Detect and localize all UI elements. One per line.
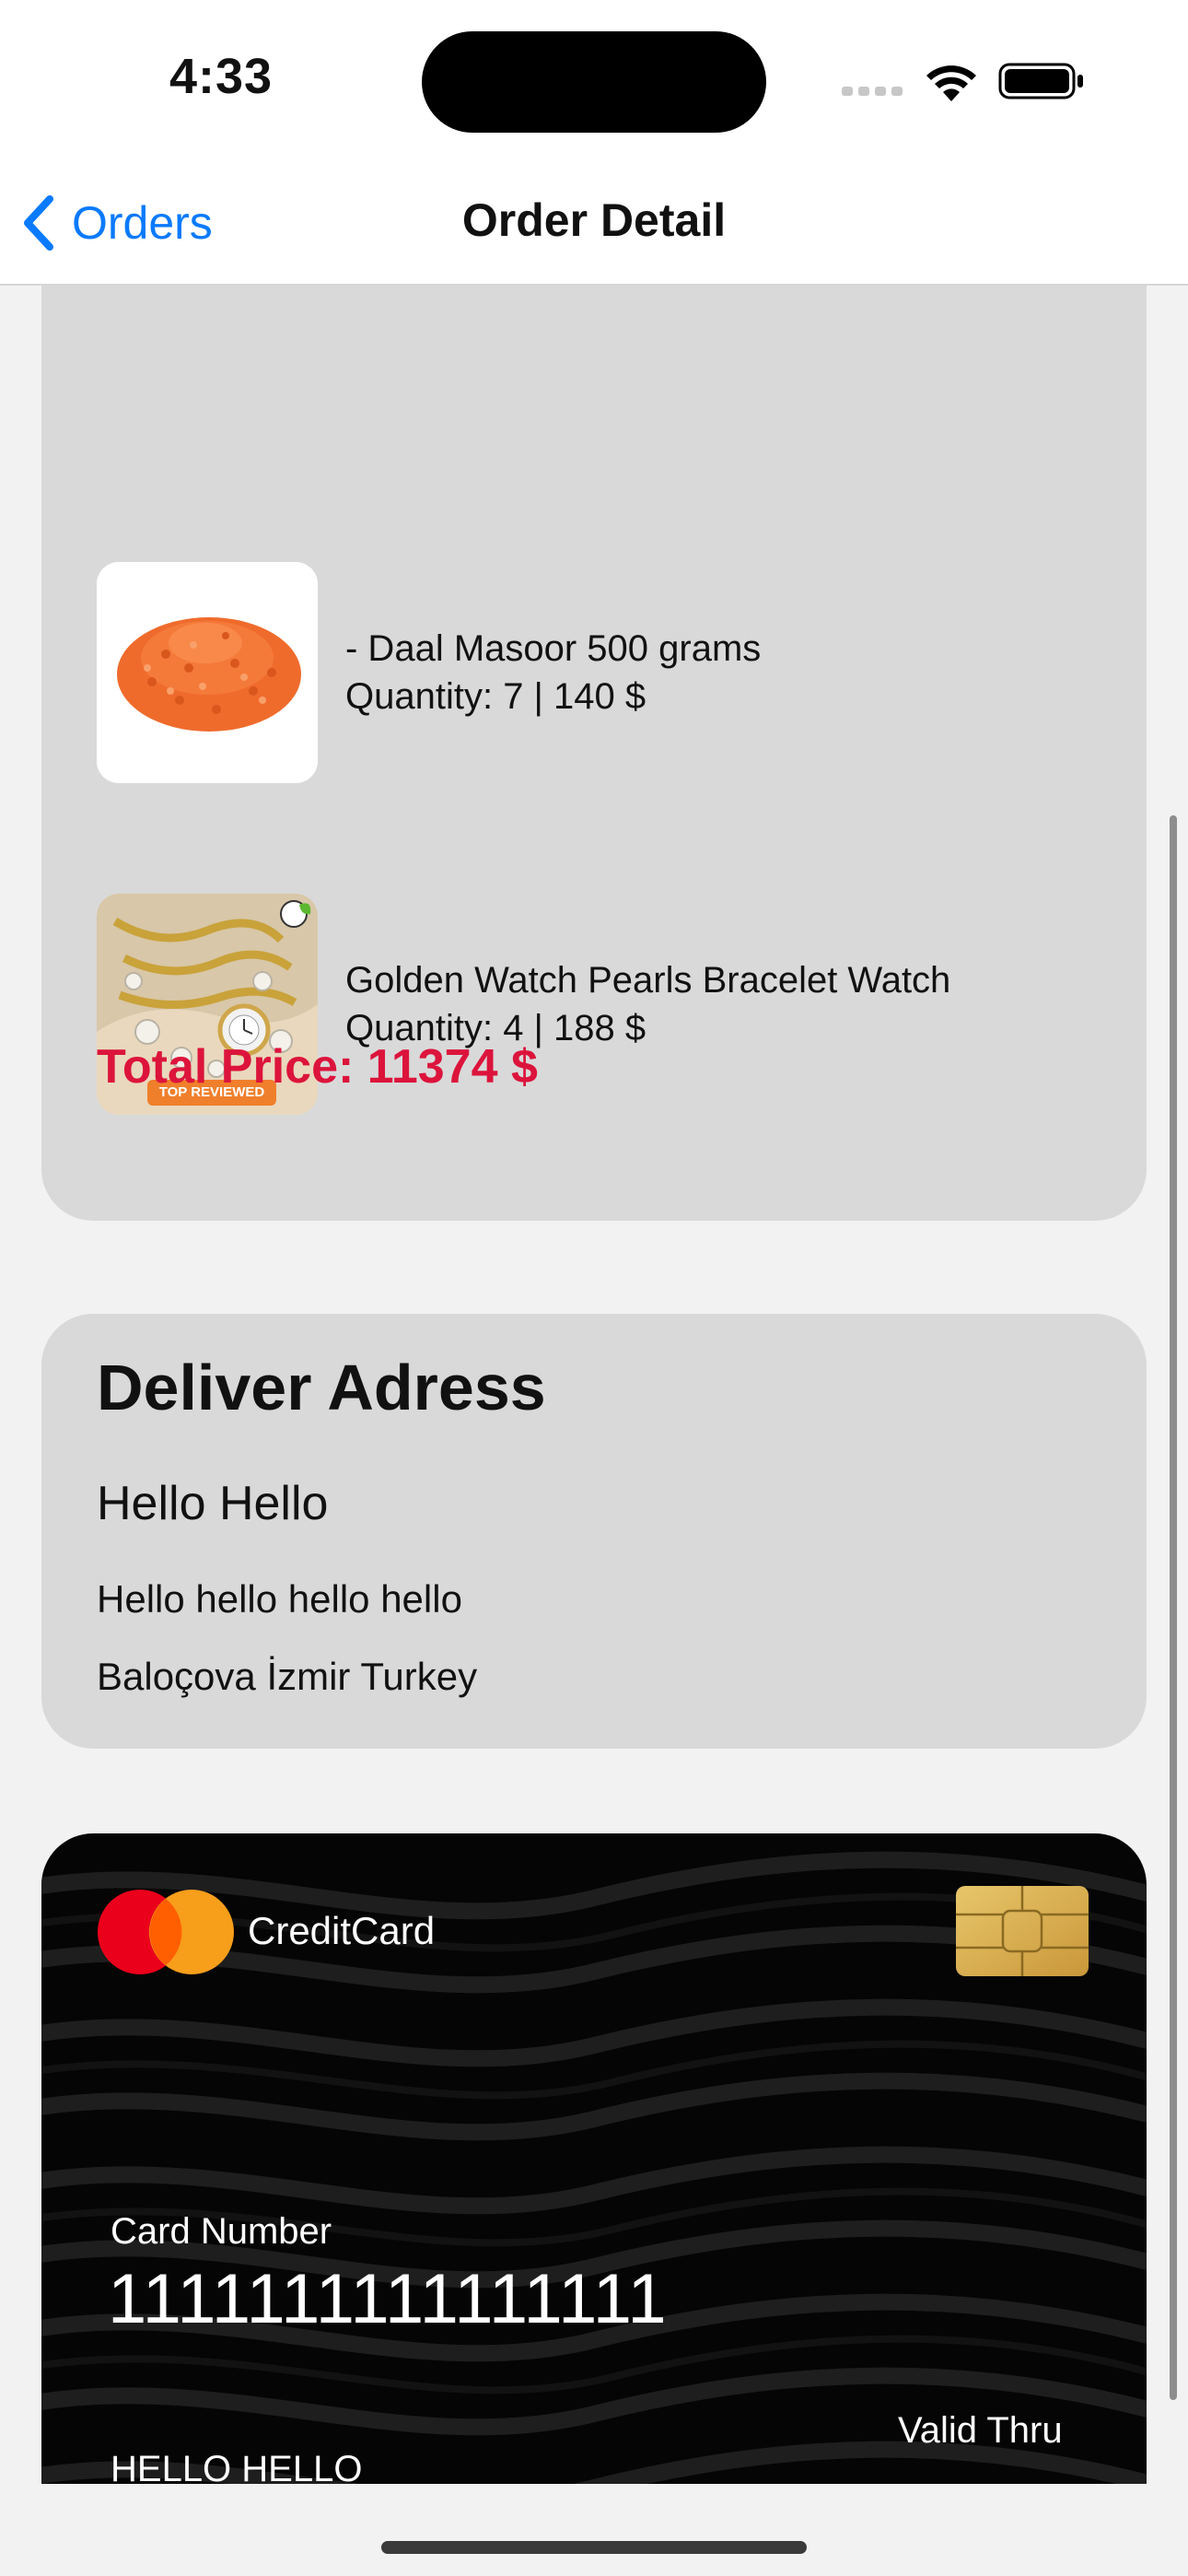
card-brand-label: CreditCard — [248, 1909, 436, 1952]
product-image-lentils — [97, 562, 318, 783]
order-item-info: Golden Watch Pearls Bracelet Watch Quant… — [345, 956, 950, 1052]
battery-icon — [998, 63, 1083, 100]
order-item[interactable]: - Daal Masoor 500 grams Quantity: 7 | 14… — [97, 562, 761, 783]
card-holder-name: HELLO HELLO — [111, 2449, 363, 2484]
page-title: Order Detail — [461, 194, 727, 246]
address-line-1: Hello hello hello hello — [97, 1577, 462, 1621]
address-title: Deliver Adress — [97, 1352, 546, 1423]
order-items-card: - Daal Masoor 500 grams Quantity: 7 | 14… — [41, 286, 1147, 1221]
home-indicator[interactable] — [381, 2541, 807, 2554]
delivery-address-card: Deliver Adress Hello Hello Hello hello h… — [41, 1314, 1147, 1749]
order-item-info: - Daal Masoor 500 grams Quantity: 7 | 14… — [345, 625, 761, 720]
scrollbar[interactable] — [1170, 815, 1177, 2400]
status-bar: 4:33 — [0, 0, 1188, 166]
dynamic-island — [422, 31, 766, 133]
cellular-signal-icon — [842, 83, 904, 98]
card-number: 1111111111111111 — [108, 2260, 668, 2338]
navigation-bar: Orders Order Detail — [0, 166, 1188, 286]
order-detail-scroll[interactable]: - Daal Masoor 500 grams Quantity: 7 | 14… — [0, 286, 1188, 2484]
credit-card: CreditCard Card Number 1111111111111111 … — [41, 1833, 1147, 2484]
order-item-name: - Daal Masoor 500 grams — [345, 628, 762, 669]
wifi-icon — [926, 65, 976, 101]
valid-thru-label: Valid Thru — [898, 2410, 1063, 2451]
card-chip-icon — [956, 1886, 1089, 1976]
address-name: Hello Hello — [97, 1477, 329, 1530]
order-item-name: Golden Watch Pearls Bracelet Watch — [345, 960, 951, 1001]
address-line-2: Baloçova İzmir Turkey — [97, 1655, 478, 1698]
status-time: 4:33 — [169, 49, 274, 104]
card-number-label: Card Number — [111, 2211, 332, 2252]
order-item-detail: Quantity: 7 | 140 $ — [345, 676, 646, 717]
mastercard-logo-icon — [98, 1890, 234, 1974]
total-price: Total Price: 11374 $ — [97, 1040, 538, 1094]
